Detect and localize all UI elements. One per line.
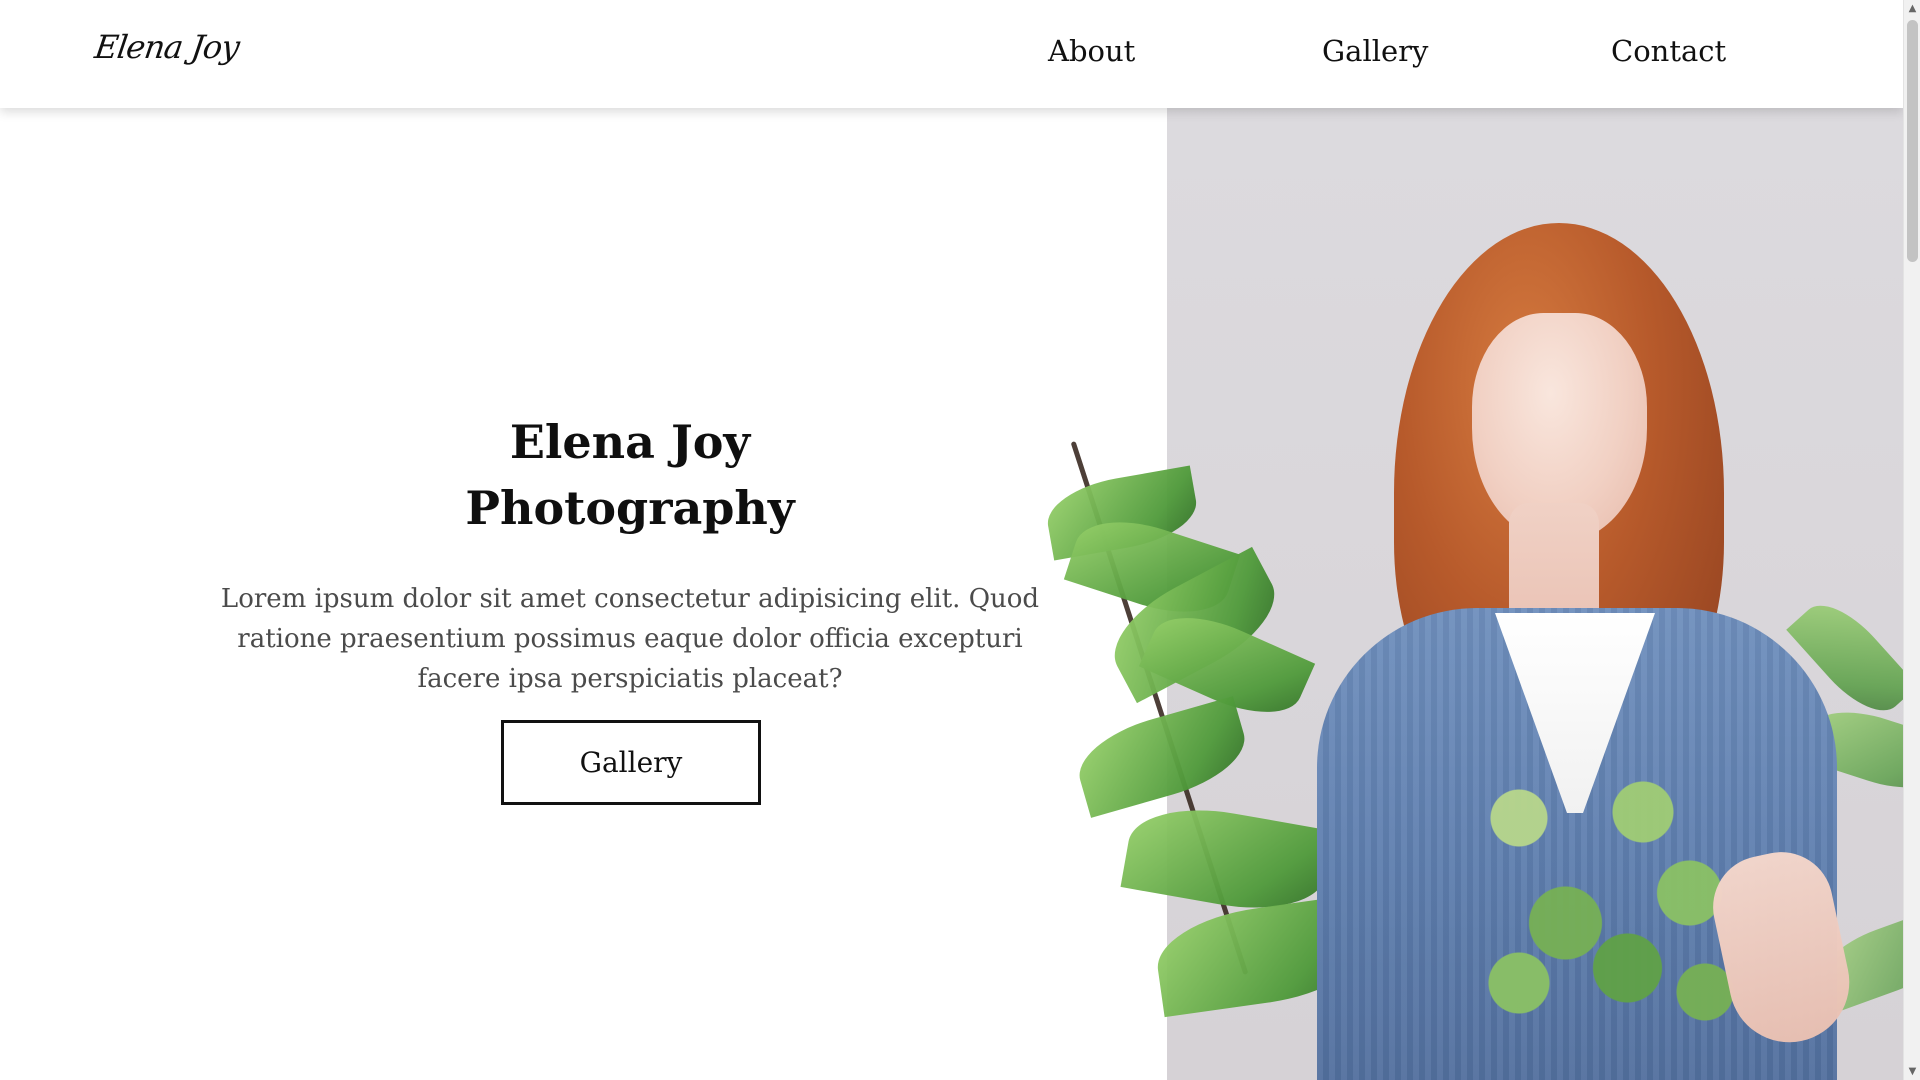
top-navbar: Elena Joy About Gallery Contact bbox=[0, 0, 1903, 108]
chevron-down-icon[interactable]: ▼ bbox=[1904, 1063, 1920, 1080]
logo[interactable]: Elena Joy bbox=[92, 28, 241, 66]
hero-description: Lorem ipsum dolor sit amet consectetur a… bbox=[220, 584, 1040, 694]
hero-section: Elena Joy Photography Lorem ipsum dolor … bbox=[0, 108, 1167, 1080]
viewport: Elena Joy About Gallery Contact Elena Jo… bbox=[0, 0, 1903, 1080]
hero-photo-panel bbox=[1042, 108, 1903, 1080]
nav-gallery-link[interactable]: Gallery bbox=[1322, 34, 1428, 68]
page: Elena Joy About Gallery Contact Elena Jo… bbox=[0, 0, 1920, 1080]
vertical-scrollbar[interactable]: ▲ ▼ bbox=[1903, 0, 1920, 1080]
hero-title: Elena Joy Photography bbox=[465, 414, 795, 535]
hero-gallery-button[interactable]: Gallery bbox=[501, 720, 761, 805]
scroll-thumb[interactable] bbox=[1907, 20, 1918, 262]
nav-about-link[interactable]: About bbox=[1048, 34, 1135, 68]
chevron-up-icon[interactable]: ▲ bbox=[1904, 0, 1920, 17]
nav-contact-link[interactable]: Contact bbox=[1611, 34, 1726, 68]
